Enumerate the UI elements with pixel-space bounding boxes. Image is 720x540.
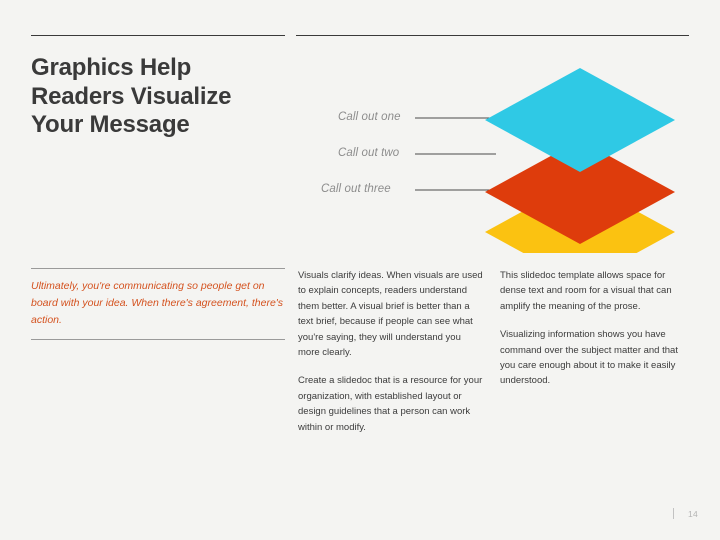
layered-diagram: Call out one Call out two Call out three xyxy=(300,58,700,253)
body-paragraph: This slidedoc template allows space for … xyxy=(500,270,672,312)
slide: Graphics Help Readers Visualize Your Mes… xyxy=(0,0,720,540)
body-paragraph: Visualizing information shows you have c… xyxy=(500,329,678,387)
diagram-layer-one xyxy=(485,68,675,172)
pull-quote: Ultimately, you're communicating so peop… xyxy=(31,268,285,340)
pull-quote-text: Ultimately, you're communicating so peop… xyxy=(31,280,284,326)
body-paragraph: Visuals clarify ideas. When visuals are … xyxy=(298,270,483,359)
pull-quote-rule-bottom xyxy=(31,339,285,340)
body-paragraph: Create a slidedoc that is a resource for… xyxy=(298,375,483,433)
page-title-line-2: Readers Visualize xyxy=(31,82,232,110)
page-number: 14 xyxy=(687,508,698,519)
footer-divider-icon xyxy=(672,508,674,519)
footer: 14 xyxy=(672,508,698,519)
header-rule-right xyxy=(296,35,689,36)
callout-label-one: Call out one xyxy=(338,111,401,123)
page-title: Graphics Help Readers Visualize Your Mes… xyxy=(31,54,291,140)
header-rule-left xyxy=(31,35,285,36)
page-title-line-1: Graphics Help xyxy=(31,54,192,81)
callout-label-three: Call out three xyxy=(321,183,391,195)
body-column-middle: Visuals clarify ideas. When visuals are … xyxy=(298,268,483,435)
callout-label-two: Call out two xyxy=(338,147,400,159)
body-column-right: This slidedoc template allows space for … xyxy=(500,268,688,389)
page-title-line-3: Your Message xyxy=(31,111,190,138)
